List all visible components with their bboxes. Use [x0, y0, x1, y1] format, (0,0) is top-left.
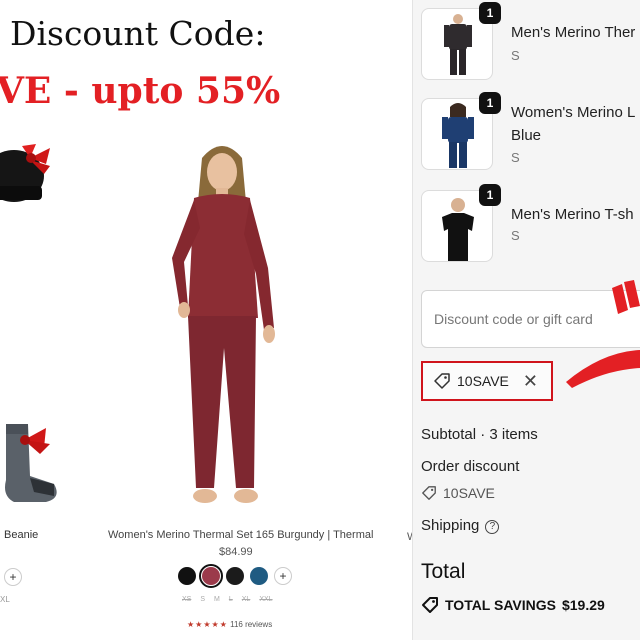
- color-swatch-charcoal[interactable]: [226, 567, 244, 585]
- shipping-label: Shipping: [421, 517, 480, 534]
- order-discount-code-row: 10SAVE: [421, 485, 495, 501]
- beanie-name[interactable]: Beanie: [4, 529, 38, 541]
- total-label: Total: [421, 560, 466, 583]
- savings-tag-icon: [422, 597, 438, 613]
- size-option: XXL: [259, 596, 273, 603]
- cart-item-name-line2: Blue: [511, 127, 542, 144]
- size-option[interactable]: S: [200, 596, 205, 603]
- promo-offer-text: - upto 55%: [51, 70, 281, 112]
- beanie-more-colors-button[interactable]: +: [4, 568, 22, 586]
- beanie-image[interactable]: [0, 138, 56, 208]
- size-option: XL: [241, 596, 251, 603]
- product-name[interactable]: Women's Merino Thermal Set 165 Burgundy …: [108, 529, 373, 541]
- product-image-thermal-set[interactable]: [150, 138, 295, 518]
- size-option: XS: [182, 596, 192, 603]
- applied-discount-chip: 10SAVE ✕: [421, 361, 553, 401]
- cart-item-name: Men's Merino Ther: [511, 24, 636, 41]
- color-swatch-burgundy[interactable]: [199, 564, 223, 588]
- quantity-badge: 1: [479, 92, 501, 114]
- cart-item-name: Women's Merino L: [511, 104, 636, 121]
- sock-image[interactable]: [0, 418, 60, 510]
- cart-item-variant: S: [511, 48, 520, 63]
- beanie-size-label: XL: [0, 595, 10, 604]
- cart-item-name: Men's Merino T-sh: [511, 206, 634, 223]
- color-swatches: +: [178, 564, 292, 588]
- total-savings-label: TOTAL SAVINGS: [445, 597, 556, 613]
- review-count: 116 reviews: [230, 620, 273, 629]
- quantity-badge: 1: [479, 2, 501, 24]
- rating-stars: ★★★★★: [187, 620, 228, 629]
- total-savings-row: TOTAL SAVINGS $19.29: [421, 596, 605, 614]
- tag-icon: [422, 486, 436, 500]
- promo-offer: VE - upto 55%: [0, 70, 280, 112]
- cart-item-variant: S: [511, 228, 520, 243]
- order-discount-label: Order discount: [421, 458, 520, 475]
- applied-code-label: 10SAVE: [457, 373, 509, 389]
- product-listing-panel: Discount Code: VE - upto 55% Beanie + XL…: [0, 0, 412, 640]
- total-savings-value: $19.29: [561, 597, 605, 613]
- color-swatch-blue[interactable]: [250, 567, 268, 585]
- tag-icon: [434, 373, 450, 389]
- product-rating[interactable]: ★★★★★ 116 reviews: [187, 620, 272, 629]
- promo-code-fragment: VE: [0, 70, 52, 112]
- more-colors-button[interactable]: +: [274, 567, 292, 585]
- size-option[interactable]: M: [214, 596, 220, 603]
- color-swatch-black[interactable]: [178, 567, 196, 585]
- size-option: L: [228, 596, 233, 603]
- product-price: $84.99: [219, 546, 253, 558]
- remove-code-icon[interactable]: ✕: [523, 372, 538, 390]
- cart-item-variant: S: [511, 150, 520, 165]
- order-discount-code: 10SAVE: [443, 485, 495, 501]
- shipping-row: Shipping?: [421, 517, 500, 534]
- quantity-badge: 1: [479, 184, 501, 206]
- help-icon[interactable]: ?: [485, 520, 500, 534]
- promo-title: Discount Code:: [10, 14, 266, 53]
- subtotal-label: Subtotal · 3 items: [421, 426, 538, 443]
- red-arrow-annotation: [566, 280, 640, 388]
- size-options: XS S M L XL XXL: [182, 596, 273, 603]
